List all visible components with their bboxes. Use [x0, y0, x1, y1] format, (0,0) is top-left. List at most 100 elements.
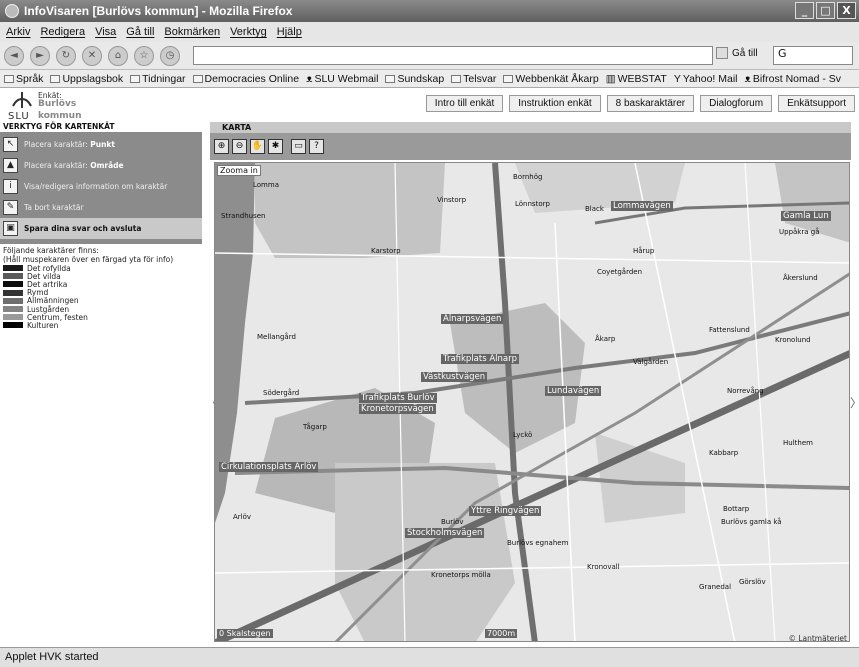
help-icon[interactable]: ? [309, 139, 324, 154]
home-icon[interactable]: ⌂ [108, 45, 128, 66]
menu-verktyg[interactable]: Verktyg [230, 26, 267, 38]
full-extent-icon[interactable]: ✱ [268, 139, 283, 154]
place-label: Karstorp [371, 247, 401, 255]
status-bar: Applet HVK started [0, 647, 859, 667]
folder-icon [130, 74, 141, 83]
place-label: Hårup [633, 247, 655, 255]
minimize-button[interactable]: _ [795, 2, 814, 19]
history-icon[interactable]: ◷ [160, 45, 180, 66]
survey-support-button[interactable]: Enkätsupport [778, 95, 855, 112]
place-area-tool[interactable]: ▲ Placera karaktär: Område [0, 155, 202, 176]
bookmark-item[interactable]: ᴥ SLU Webmail [306, 73, 378, 85]
legend-swatch [3, 314, 23, 321]
menu-ga-till[interactable]: Gå till [126, 26, 154, 38]
zoom-out-icon[interactable]: ⊖ [232, 139, 247, 154]
tools-panel: VERKTYG FÖR KARTENKÄT ↖ Placera karaktär… [0, 122, 202, 647]
bookmark-icon[interactable]: ☆ [134, 45, 154, 66]
road-label: Kronetorpsvägen [359, 404, 436, 414]
info-tool[interactable]: i Visa/redigera information om karaktär [0, 176, 202, 197]
page-content: Enkät: Burlövs SLU kommun Intro till enk… [0, 88, 859, 647]
bookmarks-bar: Språk Uppslagsbok Tidningar Democracies … [0, 70, 859, 88]
reload-icon[interactable]: ↻ [56, 45, 76, 66]
menu-hjalp[interactable]: Hjälp [277, 26, 302, 38]
pan-right-icon[interactable]: 〉 [850, 394, 859, 411]
page-icon [385, 74, 396, 83]
place-label: Södergård [263, 389, 300, 397]
area-icon: ▲ [3, 158, 18, 173]
road-label: Lommavägen [611, 201, 673, 211]
pan-hand-icon[interactable]: ✋ [250, 139, 265, 154]
legend-item[interactable]: Kulturen [3, 321, 201, 330]
save-icon: ▣ [3, 221, 18, 236]
place-point-tool[interactable]: ↖ Placera karaktär: Punkt [0, 134, 202, 155]
map-canvas[interactable]: Zooma in 0 Skalstegen 7000m Lomma Bornhög… [214, 162, 850, 642]
bookmark-item[interactable]: Sundskap [385, 73, 444, 85]
menu-arkiv[interactable]: Arkiv [6, 26, 30, 38]
page-header: Enkät: Burlövs SLU kommun Intro till enk… [0, 88, 859, 122]
tools-list: ↖ Placera karaktär: Punkt ▲ Placera kara… [0, 132, 202, 244]
dialog-forum-button[interactable]: Dialogforum [700, 95, 773, 112]
menu-bokmarken[interactable]: Bokmärken [164, 26, 220, 38]
legend-swatch [3, 289, 23, 296]
yahoo-icon: Y [673, 72, 681, 85]
stop-icon[interactable]: ✕ [82, 45, 102, 66]
url-input[interactable] [193, 46, 713, 65]
bookmark-item[interactable]: Uppslagsbok [50, 73, 123, 85]
menu-visa[interactable]: Visa [95, 26, 116, 38]
page-icon [503, 74, 514, 83]
bookmark-item[interactable]: Telsvar [451, 73, 496, 85]
slu-logo: Enkät: Burlövs SLU kommun [8, 91, 82, 122]
go-button[interactable]: Gå till [732, 48, 758, 59]
bookmark-item[interactable]: ᴥ Bifrost Nomad - Sv [745, 73, 841, 85]
place-label: Kabbarp [709, 449, 739, 457]
delete-tool[interactable]: ✎ Ta bort karaktär [0, 197, 202, 218]
place-label: Lyckö [513, 431, 533, 439]
webstat-icon: ▥ [605, 72, 616, 85]
bookmark-item[interactable]: ▥ WEBSTAT [606, 73, 667, 85]
place-label: Hulthem [783, 439, 813, 447]
place-label: Strandhusen [221, 212, 266, 220]
bookmark-item[interactable]: Språk [4, 73, 43, 85]
map-heading: KARTA [210, 122, 851, 133]
bookmark-item[interactable]: Webbenkät Åkarp [503, 73, 599, 85]
page-icon [192, 74, 203, 83]
bookmark-item[interactable]: Tidningar [130, 73, 186, 85]
legend-intro: Följande karaktärer finns: [3, 246, 99, 255]
close-button[interactable]: X [837, 2, 856, 19]
measure-icon[interactable]: ▭ [291, 139, 306, 154]
place-label: Coyetgården [597, 268, 643, 276]
instruction-button[interactable]: Instruktion enkät [509, 95, 601, 112]
dropdown-icon[interactable] [716, 47, 728, 59]
base-characters-button[interactable]: 8 baskaraktärer [606, 95, 695, 112]
legend-swatch [3, 273, 23, 280]
menu-bar: Arkiv Redigera Visa Gå till Bokmärken Ve… [0, 22, 859, 42]
back-icon[interactable]: ◄ [4, 45, 24, 66]
bookmark-item[interactable]: Y Yahoo! Mail [674, 73, 738, 85]
map-graphic [215, 163, 849, 641]
folder-icon [50, 74, 61, 83]
legend-swatch [3, 322, 23, 329]
save-and-exit-tool[interactable]: ▣ Spara dina svar och avsluta [0, 218, 202, 239]
place-label: Burlövs egnahem [507, 539, 569, 547]
bookmark-item[interactable]: Democracies Online [192, 73, 299, 85]
scale-start: 0 Skalstegen [217, 629, 273, 638]
eraser-icon: ✎ [3, 200, 18, 215]
zoom-in-icon[interactable]: ⊕ [214, 139, 229, 154]
search-input[interactable]: G [773, 46, 853, 65]
place-label: Görslöv [739, 578, 766, 586]
road-label: Lundavägen [545, 386, 602, 396]
place-label: Fattenslund [709, 326, 750, 334]
place-label: Lönnstorp [515, 200, 550, 208]
info-icon: i [3, 179, 18, 194]
intro-button[interactable]: Intro till enkät [425, 95, 504, 112]
place-label: Bornhög [513, 173, 543, 181]
place-label: Mellangård [257, 333, 296, 341]
menu-redigera[interactable]: Redigera [40, 26, 85, 38]
forward-icon[interactable]: ► [30, 45, 50, 66]
scale-end: 7000m [485, 629, 518, 638]
place-label: Norrevång [727, 387, 764, 395]
maximize-button[interactable]: □ [816, 2, 835, 19]
place-label: Lomma [253, 181, 279, 189]
place-label: Tågarp [303, 423, 327, 431]
place-label: Åkarp [595, 335, 616, 343]
